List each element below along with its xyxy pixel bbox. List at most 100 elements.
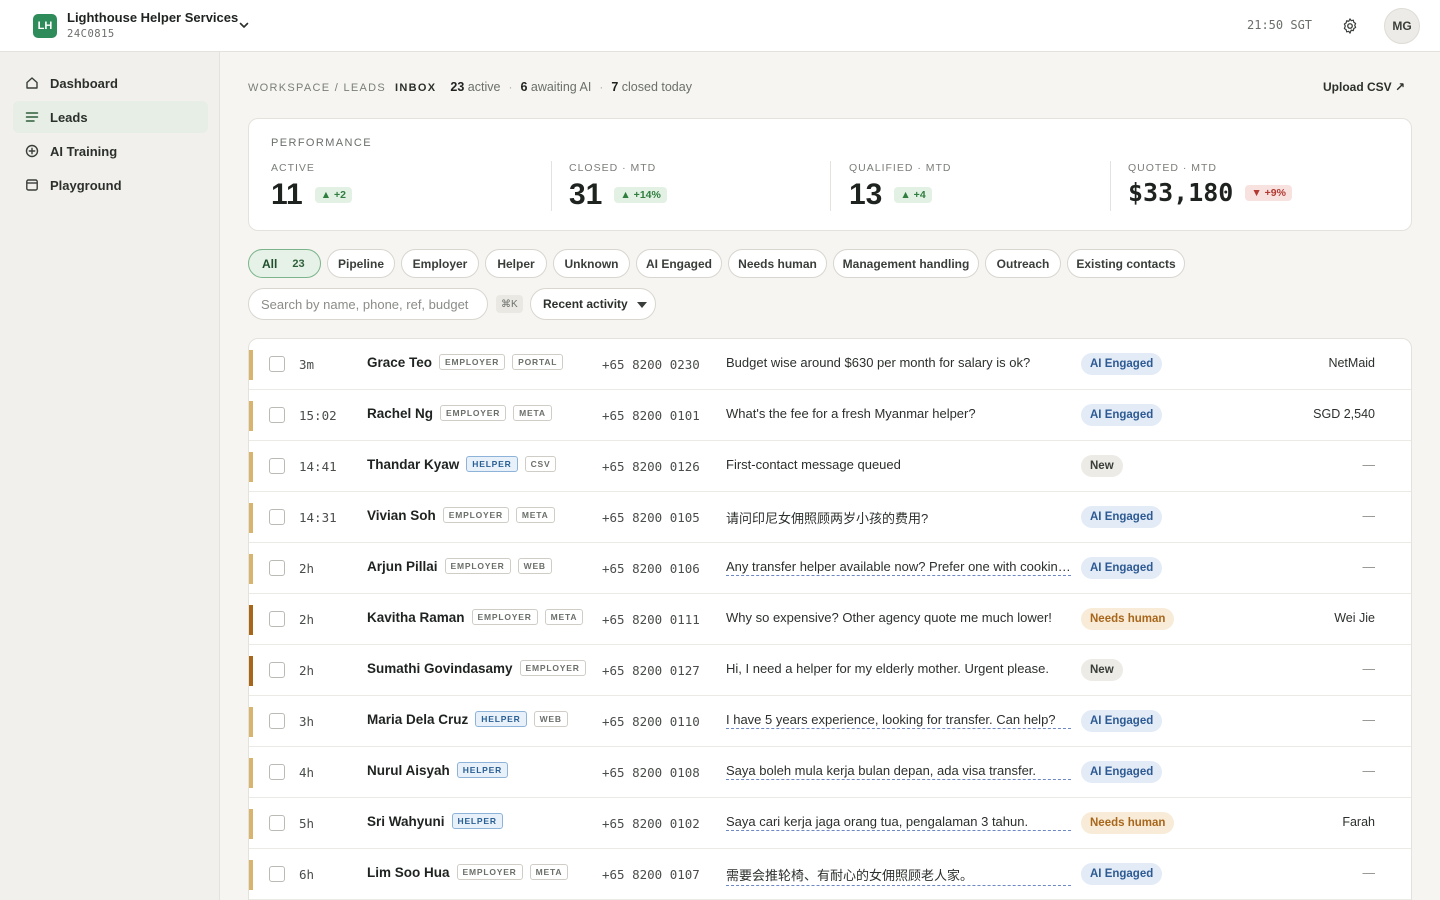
lead-tag: EMPLOYER [439, 354, 506, 370]
upload-csv-link[interactable]: Upload CSV ↗ [1323, 80, 1405, 94]
table-row[interactable]: 14:31 Vivian Soh EMPLOYER META +65 8200 0105… [249, 492, 1411, 543]
lead-tag: EMPLOYER [442, 507, 509, 523]
filter-chip-outreach[interactable]: Outreach [985, 249, 1061, 278]
lead-tag: HELPER [456, 762, 509, 778]
lead-message[interactable]: Hi, I need a helper for my elderly mothe… [726, 661, 1071, 677]
table-row[interactable]: 3m Grace Teo EMPLOYER PORTAL +65 8200 0230 Bu… [249, 339, 1411, 390]
table-row[interactable]: 14:41 Thandar Kyaw HELPER CSV +65 8200 0126 F… [249, 441, 1411, 492]
lead-message[interactable]: Any transfer helper available now? Prefe… [726, 559, 1071, 576]
lead-owner: Wei Jie [1334, 611, 1375, 625]
sidebar-item-dashboard[interactable]: Dashboard [13, 67, 208, 99]
lead-message[interactable]: First-contact message queued [726, 457, 1071, 473]
caret-down-icon [637, 302, 647, 308]
table-row[interactable]: 5h Sri Wahyuni HELPER +65 8200 0102 Saya car… [249, 798, 1411, 849]
row-checkbox[interactable] [269, 866, 285, 882]
separator-dot: · [508, 80, 513, 94]
filter-chip-unknown[interactable]: Unknown [553, 249, 630, 278]
lead-name[interactable]: Rachel Ng [367, 406, 433, 421]
breadcrumb-current: INBOX [395, 82, 437, 94]
filter-chip-needs-human[interactable]: Needs human [728, 249, 827, 278]
workspace-name[interactable]: Lighthouse Helper Services [67, 10, 238, 25]
lead-phone: +65 8200 0105 [602, 510, 700, 525]
lead-time: 5h [299, 816, 315, 831]
table-row[interactable]: 6h Lim Soo Hua EMPLOYER META +65 8200 0107 需要… [249, 849, 1411, 900]
filter-chip-pipeline[interactable]: Pipeline [327, 249, 395, 278]
stat-closed-today: 7 closed today [611, 80, 692, 94]
row-checkbox[interactable] [269, 713, 285, 729]
status-badge: Needs human [1081, 812, 1175, 834]
table-row[interactable]: 2h Sumathi Govindasamy EMPLOYER +65 8200 01… [249, 645, 1411, 696]
row-checkbox[interactable] [269, 509, 285, 525]
table-row[interactable]: 4h Nurul Aisyah HELPER +65 8200 0108 Saya bo… [249, 747, 1411, 798]
lead-message[interactable]: Saya boleh mula kerja bulan depan, ada v… [726, 763, 1071, 780]
table-row[interactable]: 2h Arjun Pillai EMPLOYER WEB +65 8200 0106 An… [249, 543, 1411, 594]
lead-name[interactable]: Sri Wahyuni [367, 814, 445, 829]
separator-dot: · [599, 80, 604, 94]
filter-chip-employer[interactable]: Employer [401, 249, 479, 278]
kpi-label: QUOTED · MTD [1128, 162, 1217, 174]
lead-name[interactable]: Nurul Aisyah [367, 763, 450, 778]
sidebar-item-ai-training[interactable]: AI Training [13, 135, 208, 167]
filter-chip-ai-engaged[interactable]: AI Engaged [636, 249, 722, 278]
row-checkbox[interactable] [269, 356, 285, 372]
lead-time: 3m [299, 357, 315, 372]
priority-bar [249, 503, 253, 533]
lead-tag: META [544, 609, 584, 625]
row-checkbox[interactable] [269, 407, 285, 423]
divider [830, 161, 831, 211]
workspace-switcher[interactable] [236, 17, 252, 33]
stat-active: 23 active [450, 80, 501, 94]
lead-name[interactable]: Arjun Pillai [367, 559, 438, 574]
settings-button[interactable] [1339, 15, 1361, 37]
filter-chip-existing-contacts[interactable]: Existing contacts [1067, 249, 1185, 278]
table-row[interactable]: 15:02 Rachel Ng EMPLOYER META +65 8200 0101 W… [249, 390, 1411, 441]
sort-label: Recent activity [543, 297, 628, 311]
lead-message[interactable]: What's the fee for a fresh Myanmar helpe… [726, 406, 1071, 422]
breadcrumb: WORKSPACE / LEADS INBOX 23 active · 6 aw… [248, 80, 692, 94]
lead-name[interactable]: Lim Soo Hua [367, 865, 450, 880]
table-row[interactable]: 2h Kavitha Raman EMPLOYER META +65 8200 0111… [249, 594, 1411, 645]
table-row[interactable]: 3h Maria Dela Cruz HELPER WEB +65 8200 0110 I… [249, 696, 1411, 747]
priority-bar [249, 401, 253, 431]
row-checkbox[interactable] [269, 662, 285, 678]
lead-name[interactable]: Maria Dela Cruz [367, 712, 468, 727]
row-checkbox[interactable] [269, 560, 285, 576]
kpi-closed: CLOSED · MTD 31 ▲ +14% [569, 157, 667, 217]
avatar[interactable]: MG [1384, 8, 1420, 44]
lead-message[interactable]: Budget wise around $630 per month for sa… [726, 355, 1071, 371]
kpi-quoted: QUOTED · MTD $33,180 ▼ +9% [1128, 157, 1292, 217]
breadcrumb-path[interactable]: WORKSPACE / LEADS [248, 82, 386, 94]
lead-message[interactable]: I have 5 years experience, looking for t… [726, 712, 1071, 729]
row-checkbox[interactable] [269, 815, 285, 831]
clock: 21:50 SGT [1247, 18, 1313, 32]
lead-message[interactable]: 请问印尼女佣照顾两岁小孩的费用? [726, 508, 1071, 528]
sidebar-item-leads[interactable]: Leads [13, 101, 208, 133]
sort-select[interactable]: Recent activity [530, 288, 656, 320]
status-badge: AI Engaged [1081, 353, 1163, 375]
lead-message[interactable]: 需要会推轮椅、有耐心的女佣照顾老人家。 [726, 865, 1071, 886]
lead-name[interactable]: Vivian Soh [367, 508, 436, 523]
search-input[interactable] [248, 288, 488, 320]
filter-chip-management-handling[interactable]: Management handling [833, 249, 979, 278]
lead-name[interactable]: Kavitha Raman [367, 610, 465, 625]
status-badge: AI Engaged [1081, 710, 1163, 732]
row-checkbox[interactable] [269, 458, 285, 474]
lead-name[interactable]: Thandar Kyaw [367, 457, 459, 472]
lead-owner: — [1362, 764, 1376, 778]
filter-chip-all[interactable]: All 23 [248, 249, 321, 278]
workspace-code: 24C0815 [67, 28, 115, 40]
lead-message[interactable]: Saya cari kerja jaga orang tua, pengalam… [726, 814, 1071, 831]
sidebar-item-label: AI Training [50, 143, 118, 159]
filter-chip-helper[interactable]: Helper [485, 249, 547, 278]
kpi-value: $33,180 [1128, 178, 1234, 207]
lead-name[interactable]: Sumathi Govindasamy [367, 661, 513, 676]
sidebar-item-label: Playground [50, 177, 122, 193]
row-checkbox[interactable] [269, 611, 285, 627]
lead-message[interactable]: Why so expensive? Other agency quote me … [726, 610, 1071, 626]
lead-name[interactable]: Grace Teo [367, 355, 432, 370]
lead-owner: Farah [1342, 815, 1375, 829]
row-checkbox[interactable] [269, 764, 285, 780]
lead-owner: — [1362, 509, 1376, 523]
priority-bar [249, 452, 253, 482]
sidebar-item-playground[interactable]: Playground [13, 169, 208, 201]
